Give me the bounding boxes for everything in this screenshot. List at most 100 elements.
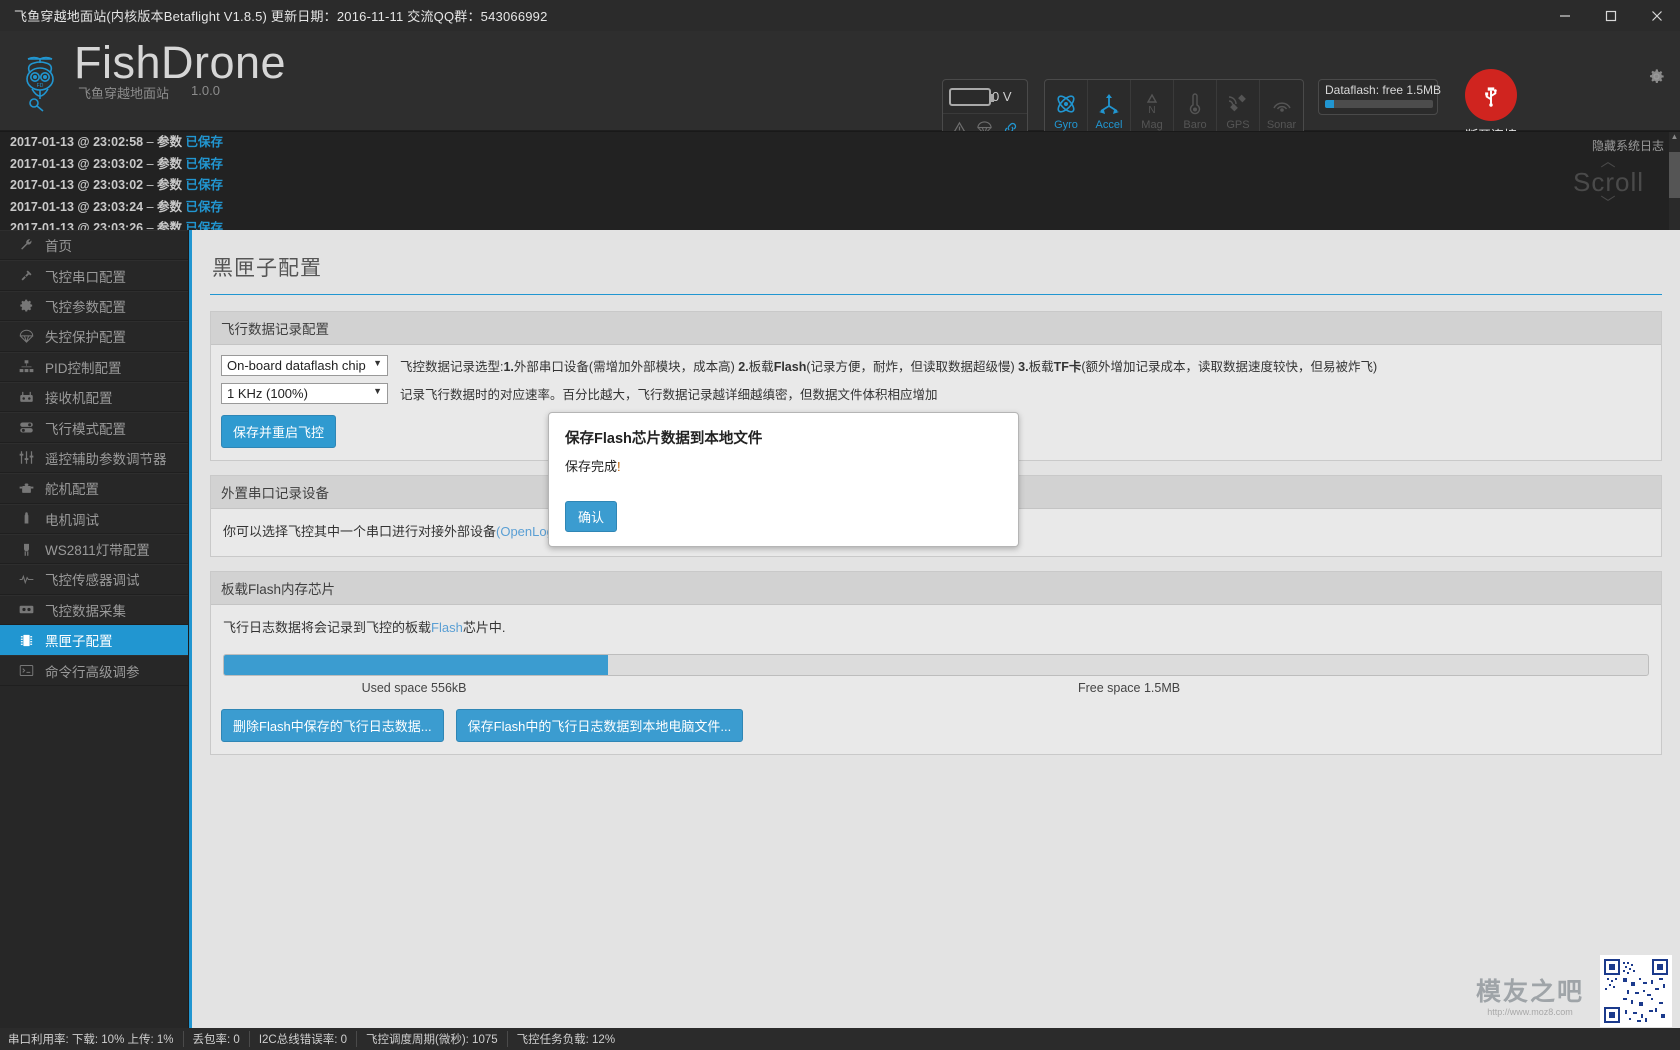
sidebar-item-label: PID控制配置 <box>45 360 122 376</box>
flash-desc-part2: 芯片中. <box>462 620 506 635</box>
flash-desc-part1: 飞行日志数据将会记录到飞控的板载 <box>223 620 432 635</box>
logging-rate-select[interactable]: 1 KHz (100%)500 Hz (50%)250 Hz (25%)125 … <box>221 383 388 404</box>
main-content: 黑匣子配置 飞行数据记录配置 NoneOn-board dataflash ch… <box>189 230 1680 1045</box>
scroll-label: Scroll <box>1572 167 1644 197</box>
battery-icon <box>949 87 994 106</box>
receiver-icon <box>18 390 35 405</box>
sidebar-item-label: 电机调试 <box>45 512 99 528</box>
log-line: 2017-01-13 @ 23:03:24 – 参数 已保存 <box>0 197 1680 219</box>
sidebar-item-10[interactable]: WS2811灯带配置 <box>0 533 188 565</box>
sidebar-item-9[interactable]: 电机调试 <box>0 503 188 534</box>
sensor-gps-label: GPS <box>1226 118 1250 131</box>
plug-icon <box>18 268 35 283</box>
log-line: 2017-01-13 @ 23:03:26 – 参数 已保存 <box>0 218 1680 230</box>
maximize-button[interactable] <box>1588 0 1634 31</box>
hide-log-link[interactable]: 隐藏系统日志 <box>1592 137 1664 154</box>
app-header: FD FishDrone 飞鱼穿越地面站 1.0.0 0 V Gyro Acce… <box>0 31 1680 149</box>
log-what: 参数 <box>157 156 183 171</box>
sidebar-item-8[interactable]: 舵机配置 <box>0 473 188 504</box>
serial-desc-part1: 你可以选择飞控其中一个串口进行对接外部设备 <box>223 524 497 539</box>
status-item: 丢包率: 0 <box>184 1031 250 1047</box>
sidebar-item-0[interactable]: 首页 <box>0 230 188 261</box>
log-dash: – <box>146 178 154 193</box>
save-flash-to-file-button[interactable]: 保存Flash中的飞行日志数据到本地电脑文件... <box>455 709 744 742</box>
window-titlebar: 飞鱼穿越地面站(内核版本Betaflight V1.8.5) 更新日期：2016… <box>0 0 1680 31</box>
scroll-indicator: ︿ Scroll ﹀ <box>1572 153 1644 212</box>
status-item: 飞控任务负载: 12% <box>516 1034 616 1046</box>
onboard-flash-header: 板载Flash内存芯片 <box>211 572 1661 605</box>
usb-plug-icon <box>1465 69 1517 121</box>
dataflash-bar-fill <box>1325 100 1334 108</box>
log-time: 2017-01-13 @ 23:03:24 <box>10 199 144 214</box>
hint-text-1: 外部串口设备(需增加外部模块，成本高) <box>513 360 735 374</box>
sidebar-item-label: 首页 <box>45 239 72 255</box>
scroll-down-chevron-icon: ﹀ <box>1600 195 1617 212</box>
dialog-message: 保存完成! <box>565 456 1002 475</box>
battery-voltage: 0 V <box>992 89 1012 104</box>
erase-flash-button[interactable]: 删除Flash中保存的飞行日志数据... <box>221 709 444 742</box>
log-scroll-thumb[interactable] <box>1669 152 1680 198</box>
log-status: 已保存 <box>185 135 224 149</box>
sidebar-item-3[interactable]: 失控保护配置 <box>0 321 188 352</box>
sidebar-item-label: 遥控辅助参数调节器 <box>45 451 167 467</box>
dialog-message-bang: ! <box>617 459 621 474</box>
dataflash-indicator: Dataflash: free 1.5MB <box>1318 79 1441 115</box>
sidebar-item-12[interactable]: 飞控数据采集 <box>0 594 188 626</box>
sidebar-item-label: 命令行高级调参 <box>45 664 140 680</box>
sidebar-item-4[interactable]: PID控制配置 <box>0 351 188 382</box>
sidebar-item-6[interactable]: 飞行模式配置 <box>0 412 188 443</box>
sidebar-item-5[interactable]: 接收机配置 <box>0 381 188 413</box>
brand-version: 1.0.0 <box>191 82 220 98</box>
window-controls <box>1542 0 1680 31</box>
logging-config-header: 飞行数据记录配置 <box>211 312 1661 345</box>
sidebar-item-label: 飞控数据采集 <box>45 603 126 619</box>
sidebar-item-label: 飞行模式配置 <box>45 421 126 437</box>
led-icon <box>18 542 35 557</box>
log-what: 参数 <box>157 221 183 230</box>
brand: FD FishDrone 飞鱼穿越地面站 1.0.0 <box>14 37 286 113</box>
sidebar-item-1[interactable]: 飞控串口配置 <box>0 260 188 291</box>
hint-prefix: 飞控数据记录选型: <box>400 360 504 374</box>
dialog-confirm-button[interactable]: 确认 <box>565 501 618 532</box>
settings-gear-icon[interactable] <box>1647 67 1666 91</box>
log-scrollbar[interactable]: ▲ <box>1669 132 1680 230</box>
log-dash: – <box>146 135 154 149</box>
sidebar-item-11[interactable]: 飞控传感器调试 <box>0 564 188 595</box>
hint-num-3: 3. <box>1018 360 1029 374</box>
sidebar-item-13[interactable]: 黑匣子配置 <box>0 625 188 656</box>
close-button[interactable] <box>1634 0 1680 31</box>
watermark-moyou: 模友之吧 http://www.moz8.com <box>1476 980 1584 1017</box>
save-and-reboot-button[interactable]: 保存并重启飞控 <box>221 415 337 448</box>
minimize-button[interactable] <box>1542 0 1588 31</box>
log-time: 2017-01-13 @ 23:03:26 <box>10 221 144 230</box>
log-line: 2017-01-13 @ 23:02:58 – 参数 已保存 <box>0 132 1680 154</box>
watermark-url: http://www.moz8.com <box>1487 1007 1573 1017</box>
brand-subtitle: 飞鱼穿越地面站 <box>78 85 170 101</box>
log-what: 参数 <box>157 199 183 214</box>
onboard-flash-box: 板载Flash内存芯片 飞行日志数据将会记录到飞控的板载Flash芯片中. Us… <box>210 571 1662 755</box>
sidebar-item-7[interactable]: 遥控辅助参数调节器 <box>0 442 188 474</box>
log-time: 2017-01-13 @ 23:03:02 <box>10 178 144 193</box>
log-scroll-up-arrow[interactable]: ▲ <box>1669 132 1680 142</box>
sidebar-item-14[interactable]: 命令行高级调参 <box>0 655 188 686</box>
sidebar-item-label: 接收机配置 <box>45 391 113 407</box>
save-flash-dialog: 保存Flash芯片数据到本地文件 保存完成! 确认 <box>548 412 1019 547</box>
logging-device-select[interactable]: NoneOn-board dataflash chipSerial portOn… <box>221 355 388 376</box>
sidebar-item-label: 飞控串口配置 <box>45 269 126 285</box>
log-what: 参数 <box>157 178 183 193</box>
page-title: 黑匣子配置 <box>210 252 1662 295</box>
logging-device-hint: 飞控数据记录选型:1.外部串口设备(需增加外部模块，成本高) 2.板载Flash… <box>400 356 1377 375</box>
sensor-mag-label: Mag <box>1141 118 1163 131</box>
svg-text:N: N <box>1148 105 1155 116</box>
hint-num-1: 1. <box>503 360 514 374</box>
sidebar-item-label: 黑匣子配置 <box>45 634 113 650</box>
log-dash: – <box>146 156 154 171</box>
chip-icon <box>18 633 35 648</box>
sidebar-item-2[interactable]: 飞控参数配置 <box>0 290 188 322</box>
scroll-up-chevron-icon: ︿ <box>1600 153 1617 170</box>
svg-text:FD: FD <box>37 83 44 89</box>
log-status: 已保存 <box>185 156 224 171</box>
flash-used-label: Used space 556kB <box>361 681 467 695</box>
flash-usage-progressbar <box>223 654 1649 676</box>
hint-bold-flash: Flash <box>773 360 807 374</box>
